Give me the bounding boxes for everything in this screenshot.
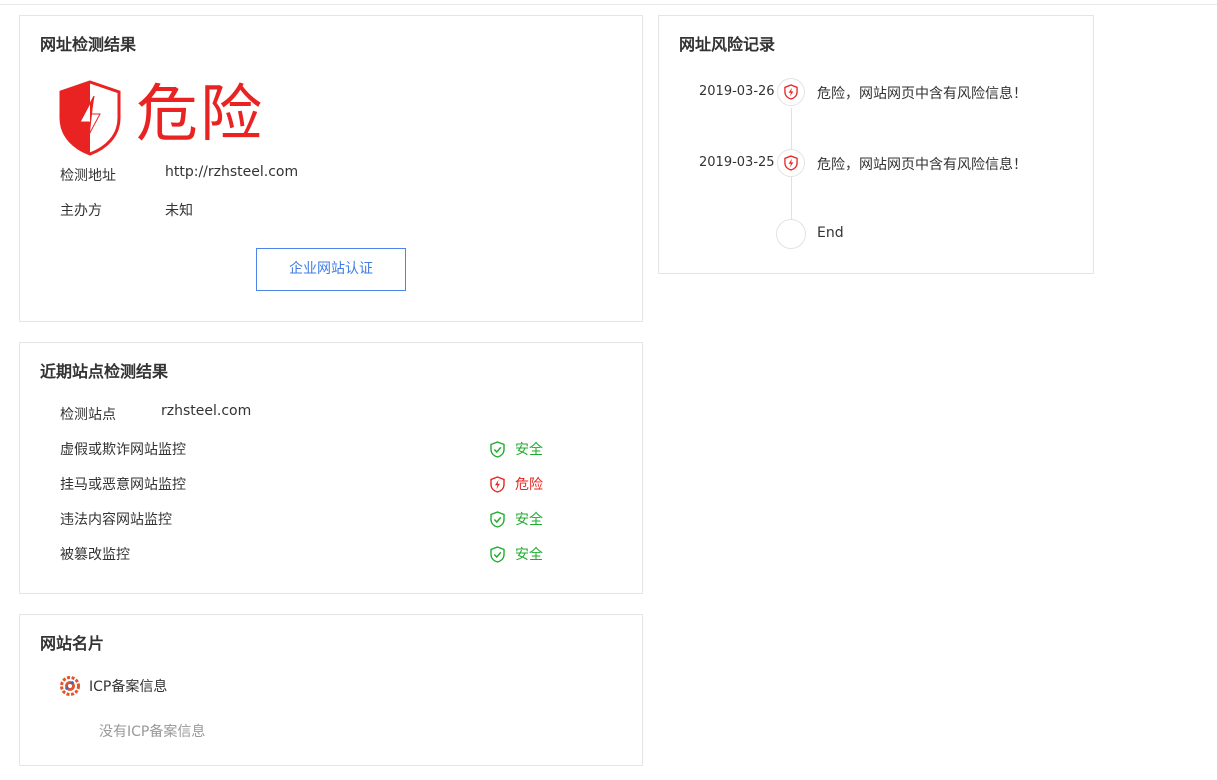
check-label: 违法内容网站监控 [60,512,172,528]
check-status: 危险 [490,474,543,494]
risk-history-card: 网址风险记录 2019-03-26 危险，网站网页中含有风险信息！ 2019-0… [658,15,1094,274]
check-status-text: 安全 [515,442,543,458]
timeline-date: 2019-03-26 [699,84,775,99]
timeline-text: 危险，网站网页中含有风险信息！ [817,86,1027,102]
danger-shield-icon [59,80,121,156]
safe-shield-icon [490,440,505,458]
check-status: 安全 [490,509,543,529]
safe-shield-icon [490,510,505,528]
recent-checks-card: 近期站点检测结果 检测站点 rzhsteel.com 虚假或欺诈网站监控 安全 … [19,342,643,594]
danger-shield-icon [784,155,798,171]
danger-shield-icon [490,475,505,493]
check-label: 被篡改监控 [60,547,130,563]
host-value: 未知 [165,203,193,219]
check-label: 虚假或欺诈网站监控 [60,442,186,458]
timeline-node [777,78,805,106]
address-label: 检测地址 [60,168,116,184]
check-label: 挂马或恶意网站监控 [60,477,186,493]
timeline-date: 2019-03-25 [699,155,775,170]
danger-shield-icon [784,84,798,100]
site-profile-title: 网站名片 [40,634,105,653]
timeline-end-node [776,219,806,249]
icp-empty-text: 没有ICP备案信息 [99,724,206,740]
site-label: 检测站点 [60,407,116,423]
timeline-end-label: End [817,225,844,241]
site-profile-card: 网站名片 ICP备案信息 没有ICP备案信息 [19,614,643,766]
detection-result-title: 网址检测结果 [40,35,137,54]
timeline-node [777,149,805,177]
check-status: 安全 [490,439,543,459]
address-value: http://rzhsteel.com [165,164,299,180]
top-divider [0,4,1217,5]
check-status-text: 危险 [515,477,543,493]
host-label: 主办方 [60,203,102,219]
detection-result-card: 网址检测结果 危险 检测地址 http://rzhsteel.com 主办方 未… [19,15,643,322]
check-status: 安全 [490,544,543,564]
site-value: rzhsteel.com [161,403,252,419]
icp-gear-icon [60,676,80,696]
recent-checks-title: 近期站点检测结果 [40,362,169,381]
timeline-text: 危险，网站网页中含有风险信息！ [817,157,1027,173]
verdict-text: 危险 [136,77,265,150]
check-status-text: 安全 [515,512,543,528]
enterprise-cert-button[interactable]: 企业网站认证 [256,248,406,291]
icp-label: ICP备案信息 [89,679,168,695]
safe-shield-icon [490,545,505,563]
risk-history-title: 网址风险记录 [679,35,776,54]
check-status-text: 安全 [515,547,543,563]
